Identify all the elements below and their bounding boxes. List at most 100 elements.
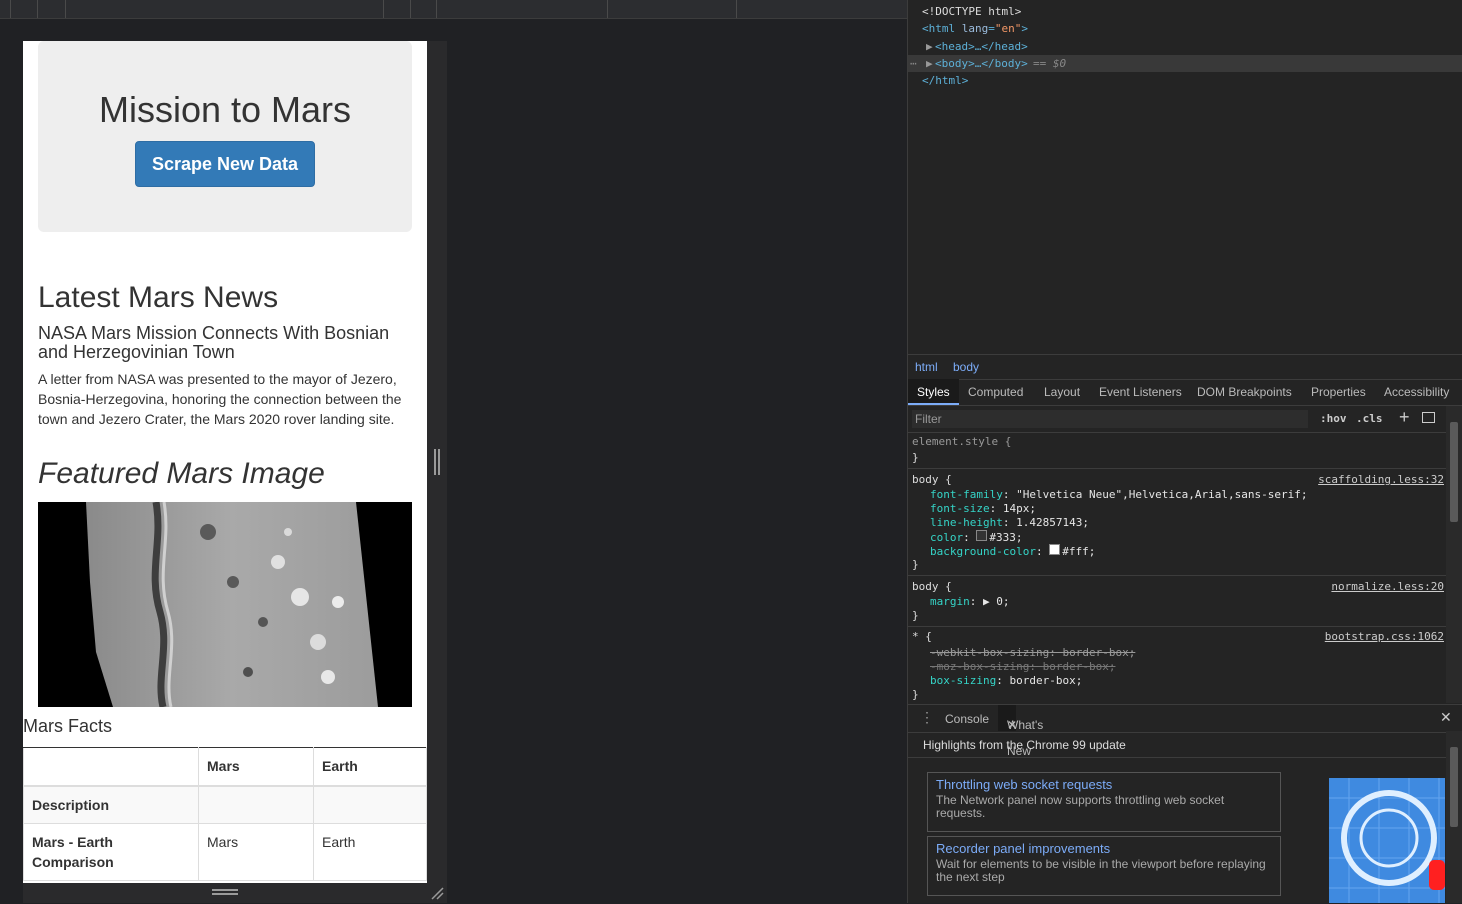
tab-computed[interactable]: Computed [968, 385, 1023, 399]
toolbar-segment[interactable] [65, 0, 384, 18]
computed-sidebar-toggle-icon[interactable] [1422, 412, 1435, 423]
page-title: Mission to Mars [98, 89, 352, 130]
style-prop-line[interactable]: font-size: 14px; [930, 502, 1036, 516]
styles-pane: element.style { } body { scaffolding.les… [908, 433, 1446, 703]
html-node[interactable]: <html lang="en"> [922, 20, 1028, 37]
news-heading: Latest Mars News [38, 281, 279, 314]
style-prop-line[interactable]: background-color: #fff; [930, 544, 1095, 558]
styles-tabbar: Styles Computed Layout Event Listeners D… [908, 379, 1462, 406]
breadcrumb-body[interactable]: body [953, 360, 979, 374]
html-close-node[interactable]: </html> [922, 72, 968, 89]
cls-toggle[interactable]: .cls [1356, 412, 1383, 425]
close-tab-icon[interactable]: ✕ [1007, 712, 1017, 738]
jumbotron: Mission to Mars Scrape New Data [38, 41, 412, 232]
rule-divider [908, 575, 1446, 576]
close-drawer-icon[interactable]: ✕ [1440, 709, 1452, 726]
rule2-selector[interactable]: body { [912, 580, 952, 594]
width-resize-handle-icon[interactable] [434, 449, 440, 475]
drawer-menu-icon[interactable]: ⋮ [920, 709, 934, 726]
tab-properties[interactable]: Properties [1311, 385, 1366, 399]
table-header-cell: Mars [198, 747, 314, 787]
doctype-node[interactable]: <!DOCTYPE html> [922, 3, 1021, 20]
whats-new-heading: Highlights from the Chrome 99 update [923, 738, 1126, 752]
table-cell [198, 785, 314, 824]
toolbar-segment[interactable] [10, 0, 38, 18]
tab-styles[interactable]: Styles [908, 379, 959, 405]
featured-heading: Featured Mars Image [38, 457, 325, 490]
breadcrumb: html body [908, 354, 1462, 380]
rule3-source-link[interactable]: bootstrap.css:1062 [1325, 630, 1444, 644]
drawer-tabbar: ⋮ Console What's New ✕ ✕ [908, 704, 1462, 758]
card-description: Wait for elements to be visible in the v… [936, 857, 1266, 884]
new-rule-plus-icon[interactable]: + [1399, 407, 1410, 428]
height-resize-handle-icon[interactable] [212, 889, 238, 895]
tab-layout[interactable]: Layout [1044, 385, 1080, 399]
tab-whats-new[interactable]: What's New ✕ [998, 705, 1043, 758]
table-header-cell [23, 747, 199, 787]
style-prop-line-overridden[interactable]: -moz-box-sizing: border-box; [930, 660, 1115, 674]
scrollbar-thumb[interactable] [1450, 747, 1458, 827]
news-paragraph: A letter from NASA was presented to the … [38, 371, 402, 427]
more-dots-icon[interactable]: ⋯ [910, 55, 917, 72]
toolbar-segment[interactable] [37, 0, 66, 18]
whats-new-thumbnail[interactable] [1329, 778, 1445, 903]
color-swatch-icon[interactable] [1049, 544, 1061, 555]
rule3-selector[interactable]: * { [912, 630, 932, 644]
toolbar-segment[interactable] [383, 0, 411, 18]
toolbar-segment[interactable] [436, 0, 608, 18]
element-style-selector[interactable]: element.style { [912, 435, 1011, 449]
rule-close: } [912, 451, 919, 464]
tab-accessibility[interactable]: Accessibility [1384, 385, 1449, 399]
toolbar-segment[interactable] [410, 0, 437, 18]
whats-new-card[interactable]: Throttling web socket requests The Netwo… [927, 772, 1281, 832]
scrollbar-thumb[interactable] [1450, 422, 1458, 522]
whats-new-card[interactable]: Recorder panel improvements Wait for ele… [927, 836, 1281, 896]
chrome-update-illustration-icon [1329, 778, 1445, 903]
styles-scrollbar[interactable] [1446, 406, 1462, 703]
tab-event-listeners[interactable]: Event Listeners [1099, 385, 1182, 399]
selected-marker: == $0 [1033, 57, 1067, 70]
style-prop-line-overridden[interactable]: -webkit-box-sizing: border-box; [930, 646, 1135, 660]
expand-triangle-icon[interactable]: ▶ [926, 38, 933, 55]
expand-triangle-icon[interactable]: ▶ [926, 55, 933, 72]
card-title[interactable]: Throttling web socket requests [936, 777, 1272, 792]
rule-close: } [912, 609, 919, 622]
corner-resize-icon[interactable] [430, 886, 444, 900]
tab-console[interactable]: Console [945, 712, 989, 726]
facts-heading: Mars Facts [23, 716, 113, 736]
table-row: Mars - Earth Comparison Mars Earth [23, 823, 427, 881]
facts-table: Mars Earth Description Mars - Earth Comp… [23, 747, 427, 881]
html-attr-name: lang [961, 22, 989, 35]
rule2-source-link[interactable]: normalize.less:20 [1331, 580, 1444, 594]
table-cell: Mars [198, 823, 314, 881]
hov-toggle[interactable]: :hov [1320, 412, 1347, 425]
elements-tree: <!DOCTYPE html> <html lang="en"> ▶ <head… [908, 0, 1462, 354]
devtools-panel: <!DOCTYPE html> <html lang="en"> ▶ <head… [907, 0, 1462, 903]
style-prop-line[interactable]: margin: ▶ 0; [930, 595, 1010, 609]
color-swatch-icon[interactable] [976, 530, 988, 541]
table-header-cell: Earth [313, 747, 427, 787]
emulated-page: Mission to Mars Scrape New Data Latest M… [23, 41, 427, 903]
style-prop-line[interactable]: font-family: "Helvetica Neue",Helvetica,… [930, 488, 1308, 502]
card-title[interactable]: Recorder panel improvements [936, 841, 1272, 856]
style-prop-line[interactable]: line-height: 1.42857143; [930, 516, 1089, 530]
table-cell [313, 785, 427, 824]
tab-dom-breakpoints[interactable]: DOM Breakpoints [1197, 385, 1292, 399]
head-node[interactable]: <head>…</head> [935, 38, 1028, 55]
drawer-scrollbar[interactable] [1446, 731, 1462, 903]
table-header-row: Mars Earth [23, 747, 427, 787]
body-node[interactable]: <body>…</body> [935, 55, 1028, 72]
rule1-selector[interactable]: body { [912, 473, 952, 487]
style-prop-line[interactable]: box-sizing: border-box; [930, 674, 1082, 688]
breadcrumb-html[interactable]: html [915, 360, 938, 374]
filter-input[interactable]: Filter [912, 410, 1308, 428]
style-prop-line[interactable]: color: #333; [930, 530, 1023, 544]
mars-surface-image [38, 502, 412, 707]
rule-divider [908, 468, 1446, 469]
rule1-source-link[interactable]: scaffolding.less:32 [1318, 473, 1444, 487]
table-row: Description [23, 785, 427, 824]
card-description: The Network panel now supports throttlin… [936, 793, 1225, 820]
toolbar-segment[interactable] [607, 0, 737, 18]
table-row-header: Description [23, 785, 199, 824]
scrape-button[interactable]: Scrape New Data [135, 141, 315, 187]
